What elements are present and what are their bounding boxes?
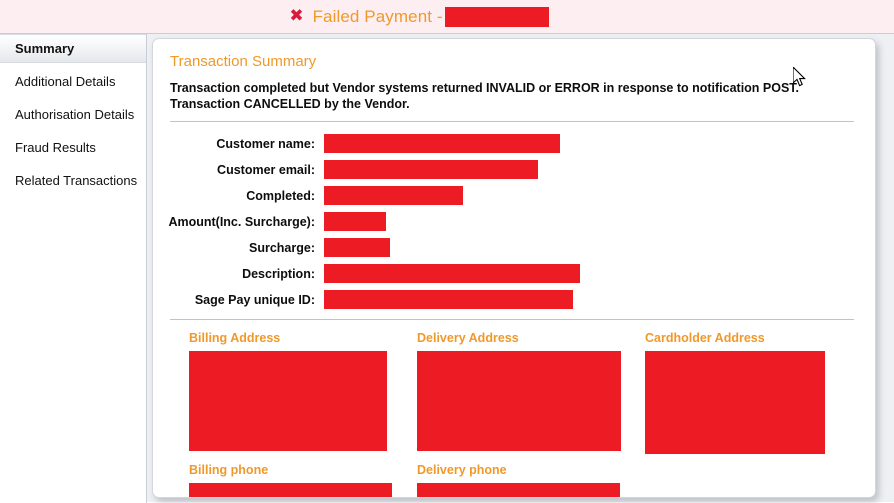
- redacted-transaction-id: [444, 6, 549, 27]
- redacted-surcharge: [324, 238, 390, 257]
- transaction-summary-card: Transaction Summary Transaction complete…: [152, 38, 876, 498]
- sidebar-item-summary[interactable]: Summary: [0, 34, 146, 63]
- card-content: Transaction Summary Transaction complete…: [153, 39, 875, 497]
- field-row-customer-email: Customer email:: [167, 159, 857, 180]
- redacted-billing-phone: [189, 483, 392, 497]
- sidebar-item-label: Additional Details: [15, 74, 116, 89]
- field-label: Sage Pay unique ID:: [194, 292, 315, 307]
- phone-section: Billing phone Delivery phone: [167, 454, 857, 497]
- sidebar-item-fraud-results[interactable]: Fraud Results: [0, 133, 146, 162]
- redacted-billing-address: [189, 351, 387, 451]
- delivery-address-heading: Delivery Address: [417, 331, 519, 345]
- divider-top: [170, 121, 854, 122]
- redacted-delivery-address: [417, 351, 621, 451]
- billing-phone-heading: Billing phone: [189, 463, 269, 477]
- field-label: Description:: [242, 266, 315, 281]
- delivery-phone-column: Delivery phone: [417, 463, 620, 497]
- redacted-description: [324, 264, 580, 283]
- redacted-amount: [324, 212, 386, 231]
- redacted-completed: [324, 186, 463, 205]
- field-label: Completed:: [246, 188, 315, 203]
- field-label: Amount(Inc. Surcharge):: [168, 214, 315, 229]
- field-row-surcharge: Surcharge:: [167, 237, 857, 258]
- billing-address-heading: Billing Address: [189, 331, 281, 345]
- billing-phone-column: Billing phone: [189, 463, 392, 497]
- field-label: Customer name:: [216, 136, 315, 151]
- failed-payment-banner: ✖ Failed Payment -: [0, 0, 894, 33]
- cardholder-address-heading: Cardholder Address: [645, 331, 765, 345]
- cardholder-address-column: Cardholder Address: [645, 331, 825, 454]
- field-label: Customer email:: [217, 162, 315, 177]
- sidebar-item-label: Summary: [15, 41, 75, 56]
- banner-title: Failed Payment -: [312, 6, 443, 26]
- field-row-completed: Completed:: [167, 185, 857, 206]
- banner-content: ✖ Failed Payment -: [289, 6, 549, 27]
- card-title: Transaction Summary: [170, 53, 317, 70]
- field-row-description: Description:: [167, 263, 857, 284]
- delivery-phone-heading: Delivery phone: [417, 463, 507, 477]
- field-row-customer-name: Customer name:: [167, 133, 857, 154]
- failed-x-icon: ✖: [289, 6, 304, 26]
- redacted-sage-pay-id: [324, 290, 573, 309]
- sidebar-item-label: Fraud Results: [15, 140, 96, 155]
- redacted-customer-email: [324, 160, 538, 179]
- transaction-fields: Customer name: Customer email: Completed…: [167, 133, 857, 310]
- address-section: Billing Address Delivery Address Cardhol…: [167, 320, 857, 454]
- sidebar-item-authorisation-details[interactable]: Authorisation Details: [0, 100, 146, 129]
- field-label: Surcharge:: [249, 240, 315, 255]
- status-message: Transaction completed but Vendor systems…: [170, 81, 800, 111]
- field-row-sage-pay-unique-id: Sage Pay unique ID:: [167, 289, 857, 310]
- workspace: Summary Additional Details Authorisation…: [0, 33, 894, 503]
- sidebar-item-related-transactions[interactable]: Related Transactions: [0, 166, 146, 195]
- sidebar-navigation: Summary Additional Details Authorisation…: [0, 34, 147, 503]
- sidebar-item-label: Related Transactions: [15, 173, 138, 188]
- billing-address-column: Billing Address: [189, 331, 389, 454]
- redacted-delivery-phone: [417, 483, 620, 497]
- redacted-cardholder-address: [645, 351, 825, 454]
- sidebar-item-label: Authorisation Details: [15, 107, 135, 122]
- delivery-address-column: Delivery Address: [417, 331, 621, 454]
- redacted-customer-name: [324, 134, 560, 153]
- field-row-amount-inc-surcharge: Amount(Inc. Surcharge):: [167, 211, 857, 232]
- sidebar-item-additional-details[interactable]: Additional Details: [0, 67, 146, 96]
